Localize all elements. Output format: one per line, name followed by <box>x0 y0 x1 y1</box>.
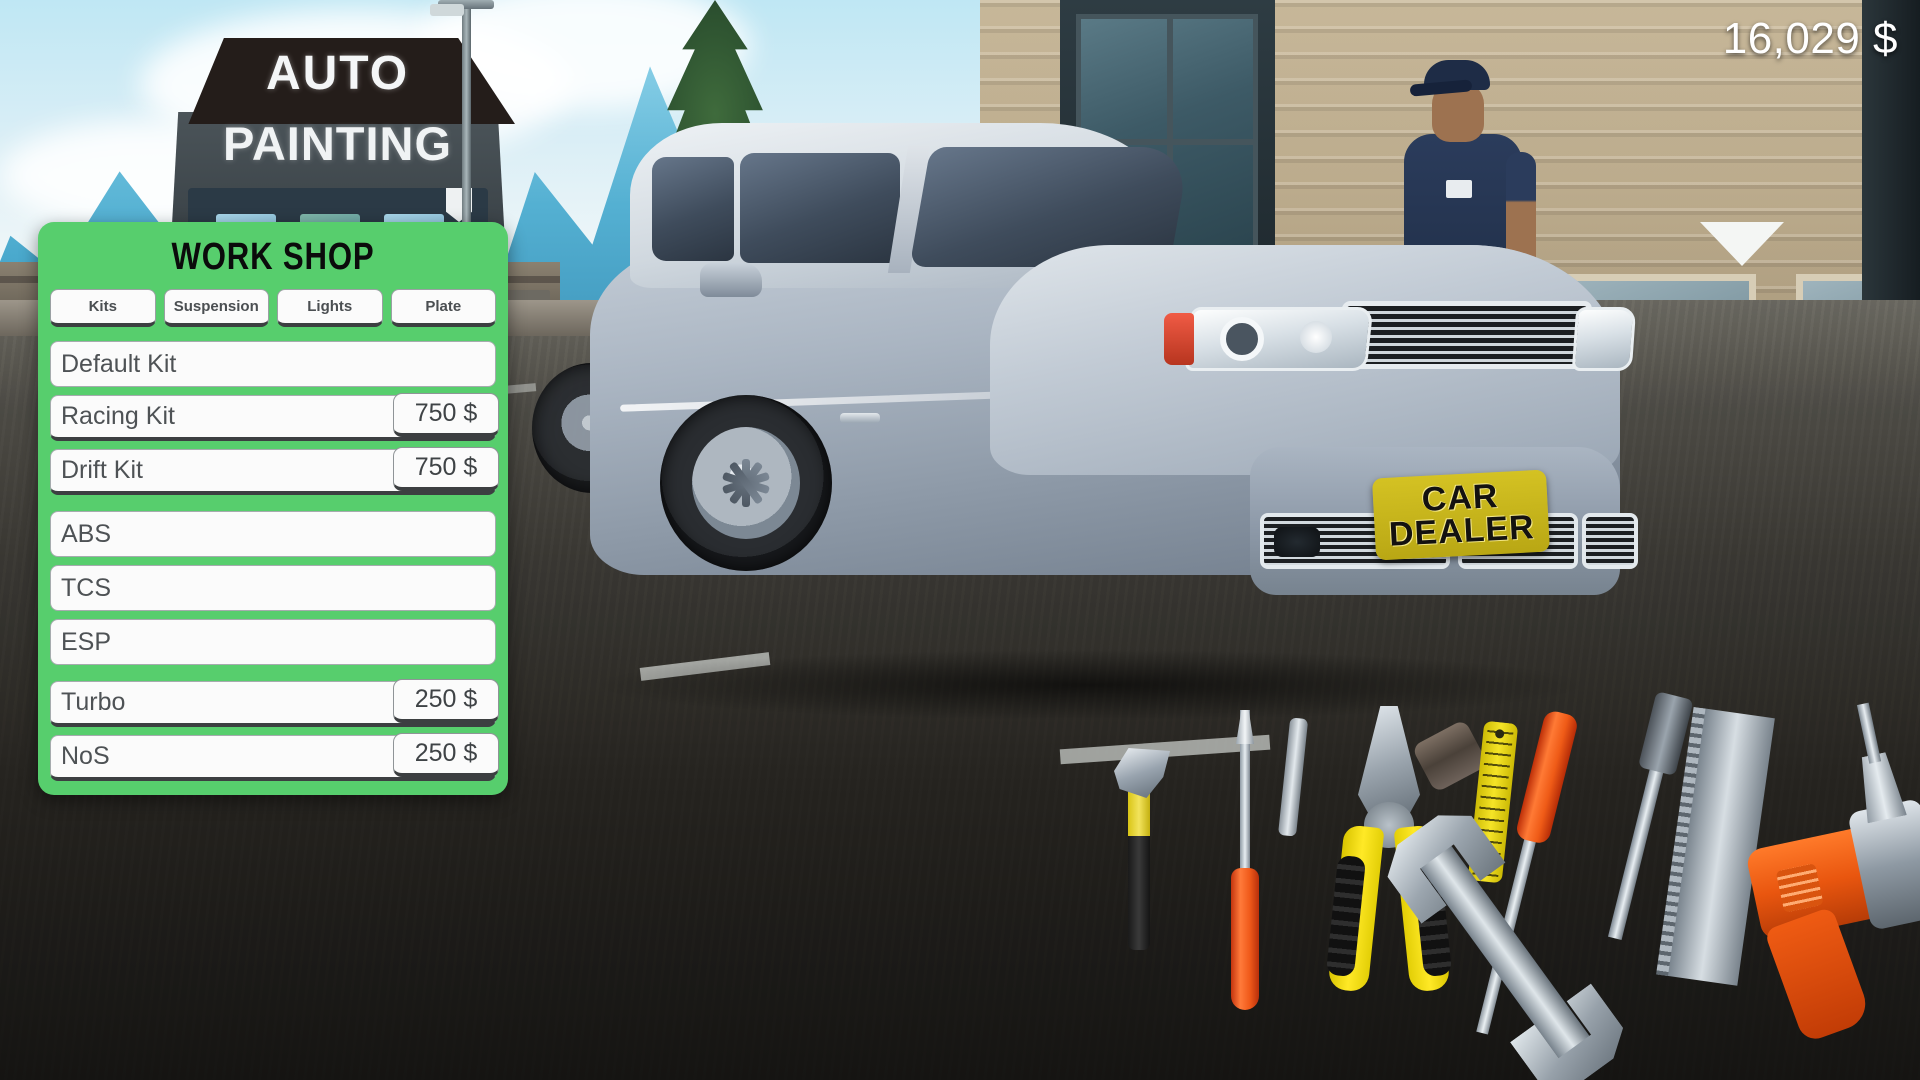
car-door-window <box>740 153 900 263</box>
category-tabs: Kits Suspension Lights Plate <box>50 289 496 327</box>
item-price-button[interactable]: 250 $ <box>393 733 499 777</box>
car-wheel-rim <box>692 427 800 539</box>
car-side-mirror <box>700 263 762 297</box>
item-price-button[interactable]: 750 $ <box>393 447 499 491</box>
work-shop-panel: WORK SHOP Kits Suspension Lights Plate D… <box>38 222 508 795</box>
street-lamp-head <box>430 4 464 16</box>
list-item-default-kit[interactable]: Default Kit <box>50 341 496 387</box>
item-label: ABS <box>61 519 112 548</box>
tab-kits[interactable]: Kits <box>50 289 156 327</box>
tab-lights[interactable]: Lights <box>277 289 383 327</box>
money-balance: 16,029 $ <box>1722 14 1898 63</box>
tab-label: Lights <box>307 298 353 315</box>
item-price-button[interactable]: 750 $ <box>393 393 499 437</box>
group-body-kits: Default Kit Racing Kit 750 $ Drift Kit 7… <box>50 341 499 495</box>
tab-suspension[interactable]: Suspension <box>163 289 269 327</box>
car-headlight-bulb <box>1300 321 1332 353</box>
item-label: ESP <box>61 627 112 656</box>
car-headlight-ring <box>1220 317 1264 361</box>
list-item-drift-kit[interactable]: Drift Kit 750 $ <box>50 447 499 495</box>
down-triangle-marker-icon <box>1700 222 1784 266</box>
list-item-nos[interactable]: NoS 250 $ <box>50 733 499 781</box>
car-fog-light <box>1274 527 1320 557</box>
game-screen: AUTO PAINTING CAR DEALER 16,029 $ WORK S… <box>0 0 1920 1080</box>
player-car <box>532 95 1660 685</box>
car-headlight-left <box>1184 307 1374 371</box>
car-lower-grille <box>1582 513 1638 569</box>
list-item-racing-kit[interactable]: Racing Kit 750 $ <box>50 393 499 441</box>
group-driver-assists: ABS TCS ESP <box>50 511 496 665</box>
car-indicator-light <box>1164 313 1194 365</box>
tab-label: Kits <box>88 298 117 315</box>
item-label: NoS <box>61 742 110 770</box>
list-item-turbo[interactable]: Turbo 250 $ <box>50 679 499 727</box>
car-headlight-right <box>1571 307 1637 371</box>
chisel-bit-icon <box>1274 717 1312 839</box>
list-item-abs[interactable]: ABS <box>50 511 496 557</box>
hammer-icon <box>1110 740 1170 950</box>
tools-overlay-graphic <box>1080 670 1920 1030</box>
tab-label: Plate <box>425 298 462 315</box>
item-price-button[interactable]: 250 $ <box>393 679 499 723</box>
license-plate: CAR DEALER <box>1371 469 1551 561</box>
group-performance: Turbo 250 $ NoS 250 $ <box>50 679 499 781</box>
item-label: TCS <box>61 573 111 602</box>
item-label: Racing Kit <box>61 402 175 430</box>
flathead-screwdriver-icon <box>1230 710 1260 1010</box>
tab-plate[interactable]: Plate <box>390 289 496 327</box>
item-label: Default Kit <box>61 349 177 378</box>
car-grille <box>1337 301 1593 369</box>
item-label: Turbo <box>61 688 126 716</box>
list-item-tcs[interactable]: TCS <box>50 565 496 611</box>
list-item-esp[interactable]: ESP <box>50 619 496 665</box>
car-door-handle <box>840 413 880 423</box>
license-plate-line-2: DEALER <box>1388 508 1536 554</box>
group-separator <box>50 495 496 511</box>
tab-label: Suspension <box>173 298 259 315</box>
car-rear-window <box>652 157 734 261</box>
item-label: Drift Kit <box>61 456 143 484</box>
panel-title: WORK SHOP <box>171 236 375 278</box>
